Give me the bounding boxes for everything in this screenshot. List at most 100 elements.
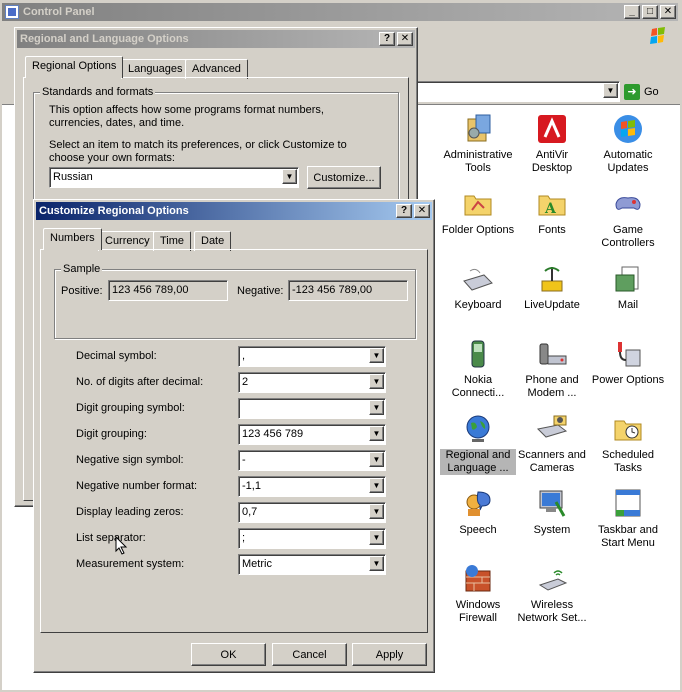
negative-label: Negative: [237,285,284,297]
format-select[interactable]: Russian ▼ [49,167,299,188]
fonts-folder-icon: A [536,188,568,220]
cp-item-antivir-desktop[interactable]: AntiVir Desktop [514,113,590,175]
ok-button[interactable]: OK [191,643,266,666]
taskbar-icon [612,488,644,520]
regional-close-button[interactable]: ✕ [397,32,413,46]
keyboard-icon [462,263,494,295]
customize-dialog-title: Customize Regional Options [39,205,189,217]
list-separator-arrow-icon[interactable]: ▼ [369,530,384,545]
digit-grouping-symbol-select[interactable]: ▼ [238,398,386,419]
customize-button[interactable]: Customize... [307,166,381,189]
display-leading-zeros-label: Display leading zeros: [76,506,184,518]
liveupdate-icon [536,263,568,295]
windows-logo-icon [644,25,672,47]
tab-advanced[interactable]: Advanced [185,59,248,79]
digit-grouping-label: Digit grouping: [76,428,147,440]
admin-tools-icon [462,113,494,145]
decimal-symbol-arrow-icon[interactable]: ▼ [369,348,384,363]
address-dropdown-arrow-icon[interactable]: ▼ [603,83,618,98]
cp-item-nokia-connecti[interactable]: Nokia Connecti... [440,338,516,400]
negative-number-format-label: Negative number format: [76,480,198,492]
phone-icon [462,338,494,370]
regional-dialog-title: Regional and Language Options [20,33,189,45]
customize-close-button[interactable]: ✕ [414,204,430,218]
negative-number-format-arrow-icon[interactable]: ▼ [369,478,384,493]
cp-item-liveupdate[interactable]: LiveUpdate [514,263,590,312]
measurement-system-label: Measurement system: [76,558,185,570]
cp-item-system[interactable]: System [514,488,590,537]
cp-item-scheduled-tasks[interactable]: Scheduled Tasks [590,413,666,475]
tab-numbers[interactable]: Numbers [43,228,102,250]
cp-item-game-controllers[interactable]: Game Controllers [590,188,666,250]
digit-grouping-symbol-label: Digit grouping symbol: [76,402,185,414]
measurement-system-select[interactable]: Metric ▼ [238,554,386,575]
folder-icon [462,188,494,220]
customize-help-button[interactable]: ? [396,204,412,218]
format-dropdown-arrow-icon[interactable]: ▼ [282,169,297,184]
system-icon [536,488,568,520]
tab-date[interactable]: Date [194,231,232,251]
positive-label: Positive: [61,285,103,297]
cp-item-speech[interactable]: Speech [440,488,516,537]
firewall-icon [462,563,494,595]
mouse-cursor-icon [115,535,129,556]
control-panel-titlebar[interactable]: Control Panel _ □ ✕ [2,3,678,21]
tab-time[interactable]: Time [153,231,192,251]
cp-item-scanners-and-cameras[interactable]: Scanners and Cameras [514,413,590,475]
regional-select-prompt: Select an item to match its preferences,… [49,139,347,164]
regional-dialog-titlebar[interactable]: Regional and Language Options ? ✕ [17,30,415,48]
go-button[interactable]: ➜ Go [624,81,670,102]
list-separator-select[interactable]: ; ▼ [238,528,386,549]
decimal-symbol-label: Decimal symbol: [76,350,157,362]
speech-icon [462,488,494,520]
cp-item-power-options[interactable]: Power Options [590,338,666,387]
control-panel-title: Control Panel [23,6,95,18]
negative-sample-field: -123 456 789,00 [288,280,408,301]
digits-after-decimal-select[interactable]: 2 ▼ [238,372,386,393]
digit-grouping-symbol-arrow-icon[interactable]: ▼ [369,400,384,415]
cp-item-mail[interactable]: Mail [590,263,666,312]
negative-sign-symbol-select[interactable]: - ▼ [238,450,386,471]
cp-item-phone-and-modem[interactable]: Phone and Modem ... [514,338,590,400]
go-arrow-icon: ➜ [624,83,640,100]
antivir-icon [536,113,568,145]
digits-after-decimal-arrow-icon[interactable]: ▼ [369,374,384,389]
cancel-button[interactable]: Cancel [272,643,347,666]
scheduled-tasks-icon [612,413,644,445]
tab-currency[interactable]: Currency [98,231,157,251]
cp-item-automatic-updates[interactable]: Automatic Updates [590,113,666,175]
cp-item-administrative-tools[interactable]: Administrative Tools [440,113,516,175]
apply-button[interactable]: Apply [352,643,427,666]
close-button[interactable]: ✕ [660,5,676,19]
positive-sample-field: 123 456 789,00 [108,280,228,301]
tab-languages[interactable]: Languages [121,59,190,79]
customize-dialog-titlebar[interactable]: Customize Regional Options ? ✕ [36,202,432,220]
negative-sign-symbol-arrow-icon[interactable]: ▼ [369,452,384,467]
digit-grouping-select[interactable]: 123 456 789 ▼ [238,424,386,445]
help-button[interactable]: ? [379,32,395,46]
measurement-system-arrow-icon[interactable]: ▼ [369,556,384,571]
decimal-symbol-select[interactable]: , ▼ [238,346,386,367]
tab-regional-options[interactable]: Regional Options [25,56,124,78]
cp-item-taskbar-and-start-menu[interactable]: Taskbar and Start Menu [590,488,666,550]
negative-number-format-select[interactable]: -1,1 ▼ [238,476,386,497]
control-panel-icon [5,5,19,19]
minimize-button[interactable]: _ [624,5,640,19]
digit-grouping-arrow-icon[interactable]: ▼ [369,426,384,441]
display-leading-zeros-arrow-icon[interactable]: ▼ [369,504,384,519]
mail-icon [612,263,644,295]
cp-item-wireless-network-set[interactable]: Wireless Network Set... [514,563,590,625]
globe-icon [462,413,494,445]
cp-item-fonts[interactable]: A Fonts [514,188,590,237]
cp-item-windows-firewall[interactable]: Windows Firewall [440,563,516,625]
display-leading-zeros-select[interactable]: 0,7 ▼ [238,502,386,523]
maximize-button[interactable]: □ [642,5,658,19]
gamepad-icon [612,188,644,220]
address-bar[interactable]: ▼ [412,81,620,102]
cp-item-regional-and-language[interactable]: Regional and Language ... [440,413,516,475]
wireless-icon [536,563,568,595]
go-label: Go [644,85,659,98]
cp-item-keyboard[interactable]: Keyboard [440,263,516,312]
negative-sign-symbol-label: Negative sign symbol: [76,454,184,466]
cp-item-folder-options[interactable]: Folder Options [440,188,516,237]
